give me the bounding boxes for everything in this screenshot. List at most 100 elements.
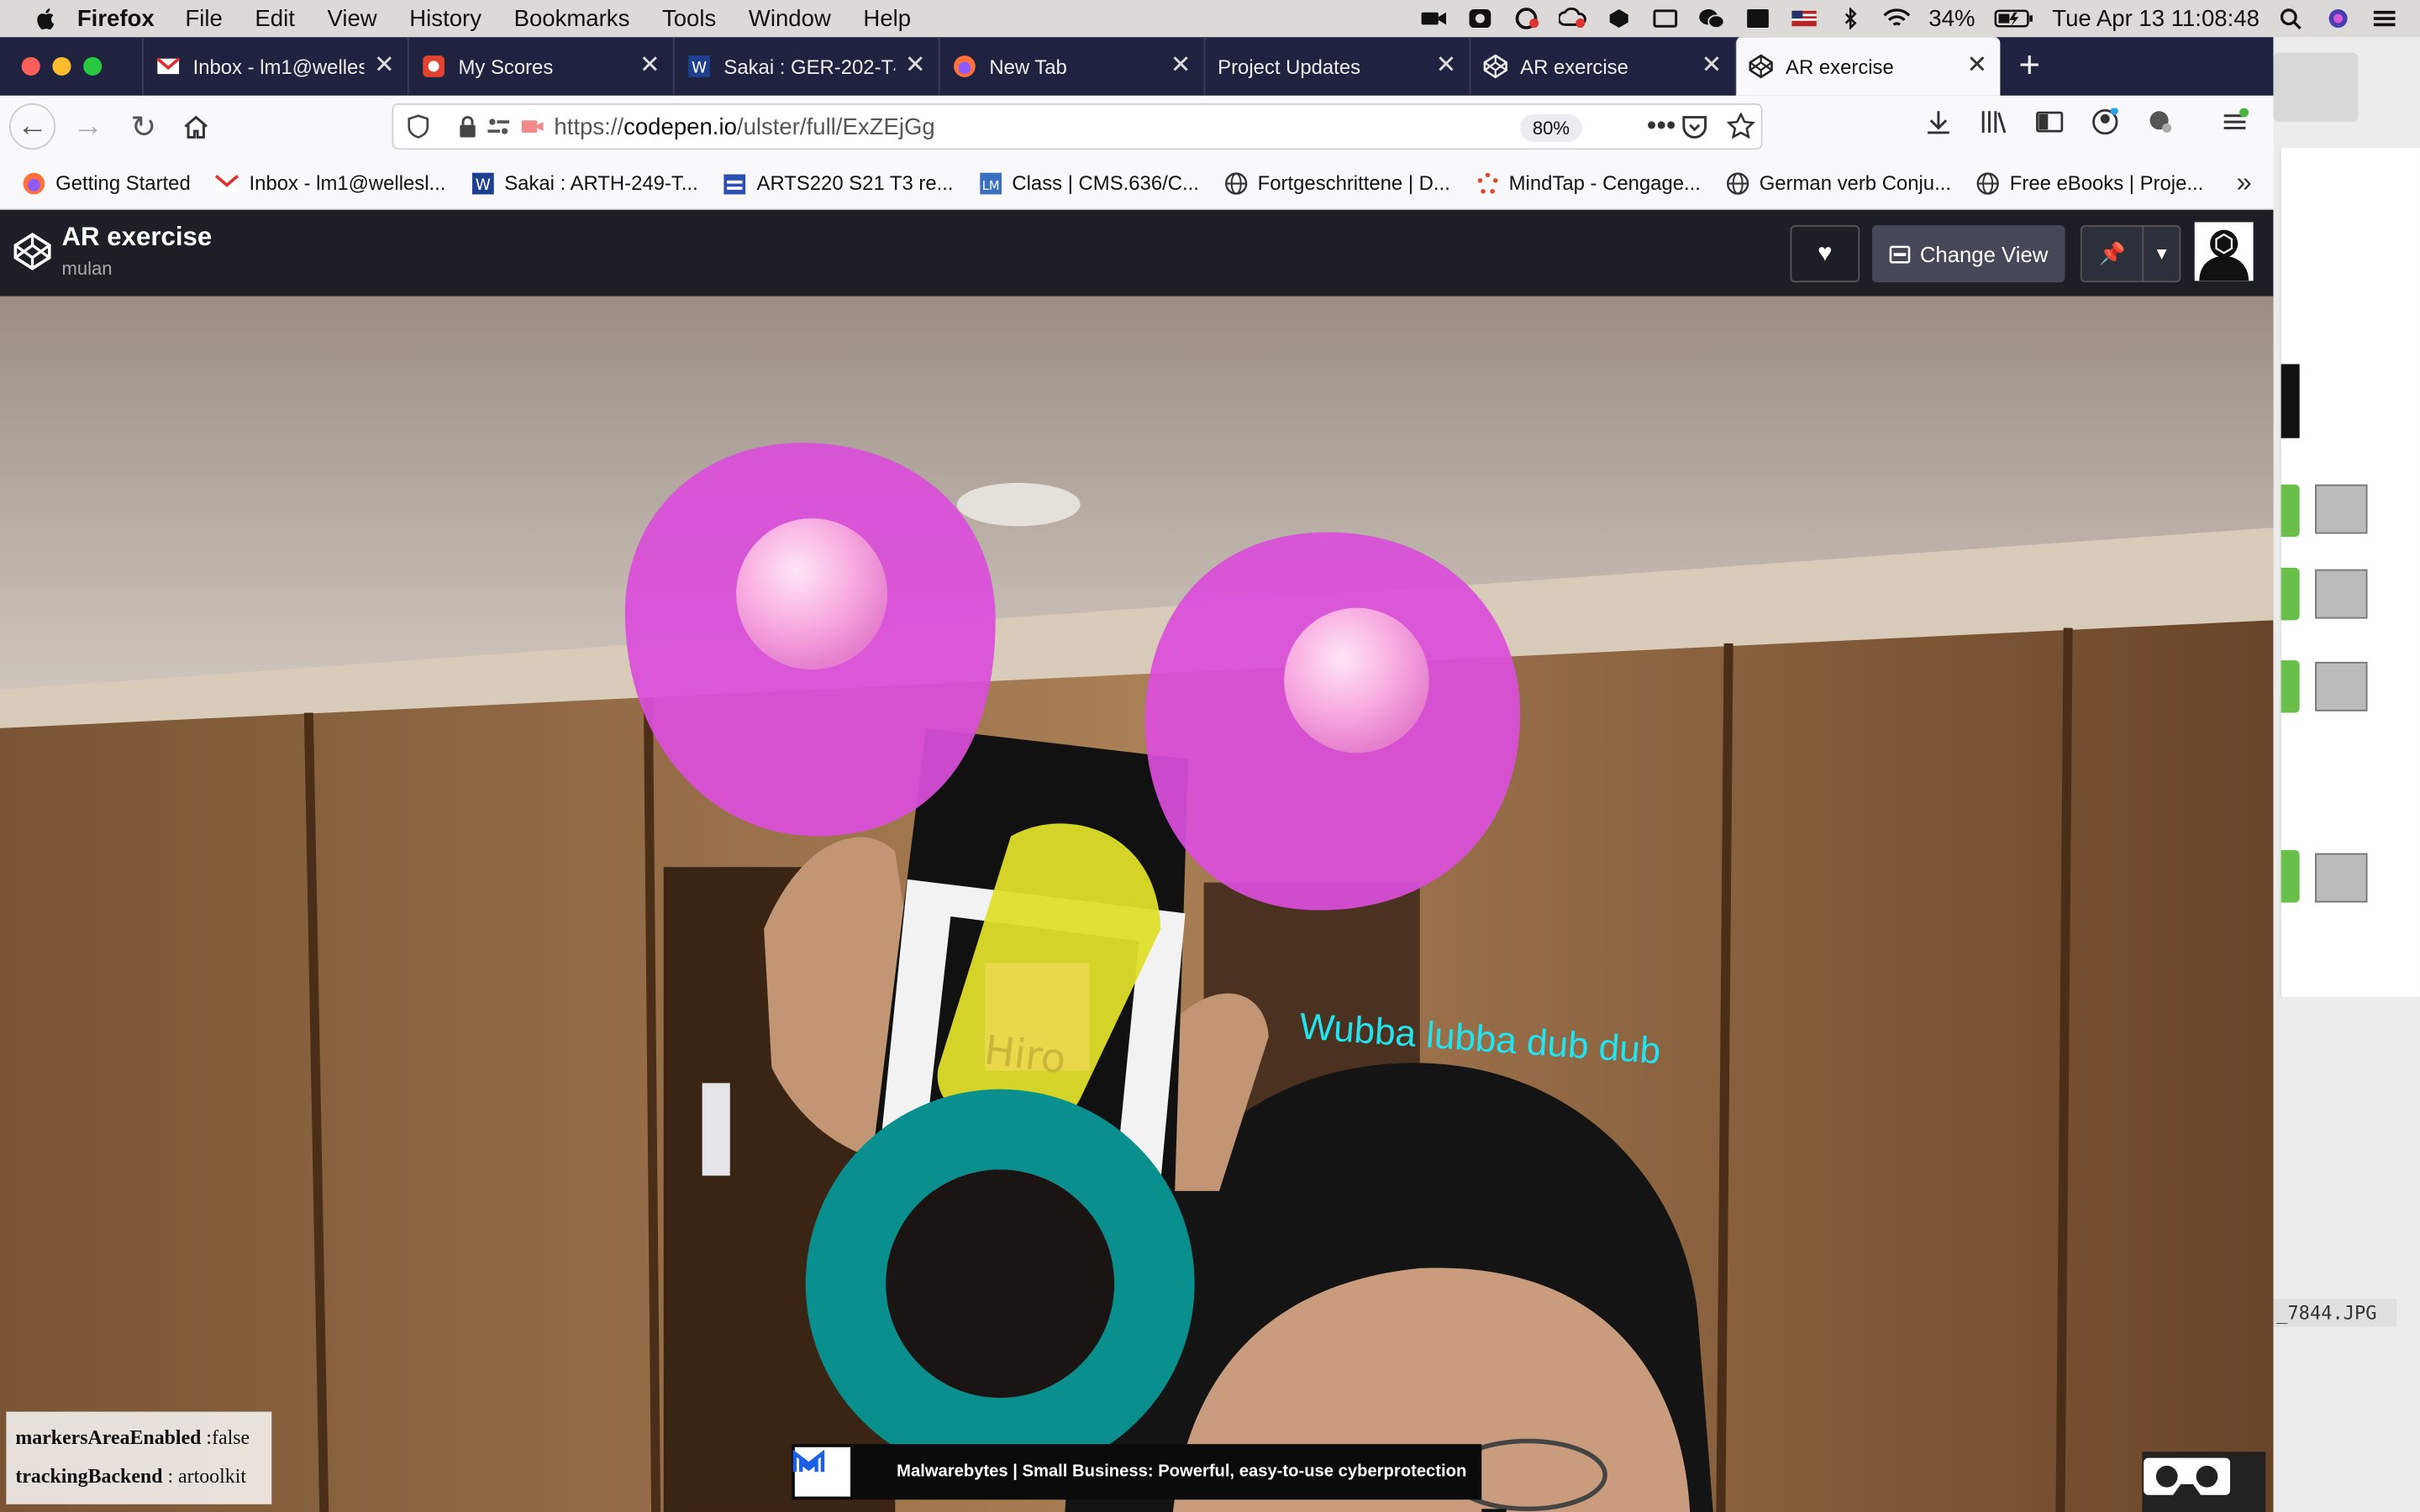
minimize-window-button[interactable]	[52, 56, 71, 76]
pen-author[interactable]: mulan	[61, 258, 112, 280]
library-icon[interactable]	[1980, 108, 2007, 136]
pocket-icon[interactable]	[1681, 113, 1708, 140]
tab-title: Sakai : GER-202-T4	[723, 55, 896, 78]
lock-icon[interactable]	[455, 114, 480, 139]
wechat-icon[interactable]	[1697, 8, 1725, 29]
menu-app-name[interactable]: Firefox	[77, 5, 155, 31]
menu-edit[interactable]: Edit	[255, 5, 294, 31]
hamburger-menu-icon[interactable]	[2221, 108, 2249, 136]
ar-pink-ball-right	[1284, 607, 1429, 753]
avatar-thumbnail[interactable]	[2315, 569, 2368, 619]
bookmark-mindtap[interactable]: MindTap - Cengage...	[1475, 171, 1701, 195]
cube-app-icon[interactable]	[1605, 8, 1633, 29]
codepen-logo-icon[interactable]	[13, 232, 53, 272]
close-tab-icon[interactable]: ✕	[373, 53, 395, 77]
us-flag-icon[interactable]	[1790, 8, 1818, 29]
tab-new-tab[interactable]: New Tab ✕	[938, 37, 1204, 96]
spotlight-search-icon[interactable]	[2278, 8, 2306, 29]
close-window-button[interactable]	[21, 56, 40, 76]
avatar-thumbnail[interactable]	[2315, 484, 2368, 534]
ar-camera-view[interactable]: Hiro Wubba lubba dub dub markersAreaEnab…	[0, 296, 2274, 1512]
globe-icon	[1726, 171, 1749, 194]
adobe-cloud-icon[interactable]	[1558, 8, 1586, 29]
close-tab-icon[interactable]: ✕	[1170, 53, 1192, 77]
creative-cloud-icon[interactable]	[1512, 8, 1539, 29]
home-icon[interactable]	[173, 103, 219, 150]
zoom-level-badge[interactable]: 80%	[1520, 113, 1582, 142]
close-tab-icon[interactable]: ✕	[904, 53, 926, 77]
menu-file[interactable]: File	[185, 5, 222, 31]
control-center-icon[interactable]	[2370, 8, 2398, 29]
menu-tools[interactable]: Tools	[662, 5, 716, 31]
malwarebytes-ad-banner[interactable]: Malwarebytes | Small Business: Powerful,…	[792, 1444, 1482, 1500]
back-arrow-icon[interactable]: ←	[9, 103, 56, 150]
tab-title: AR exercise	[1520, 55, 1628, 78]
wifi-icon[interactable]	[1882, 8, 1910, 29]
background-app-panel	[2279, 148, 2420, 997]
close-tab-icon[interactable]: ✕	[1435, 53, 1457, 77]
siri-icon[interactable]	[2324, 8, 2352, 29]
reload-icon[interactable]: ↻	[120, 103, 166, 150]
love-button[interactable]: ♥	[1790, 225, 1860, 283]
tab-my-scores[interactable]: My Scores ✕	[407, 37, 673, 96]
bookmark-inbox[interactable]: Inbox - lm1@wellesl...	[215, 171, 445, 195]
bookmark-arts220[interactable]: ARTS220 S21 T3 re...	[723, 171, 954, 195]
display-icon[interactable]	[1651, 8, 1679, 29]
battery-charging-icon[interactable]	[1993, 8, 2033, 29]
extension-icon[interactable]	[2147, 108, 2175, 136]
menu-window[interactable]: Window	[749, 5, 831, 31]
menubar-clock[interactable]: Tue Apr 13 11:08:48	[2052, 5, 2260, 31]
avatar-thumbnail[interactable]	[2315, 853, 2368, 903]
downloads-icon[interactable]	[1924, 108, 1952, 136]
zoom-video-icon[interactable]	[1419, 8, 1447, 29]
screen-mirror-icon[interactable]	[1744, 8, 1771, 29]
ceiling-fan	[956, 482, 1081, 527]
ad-close-icon[interactable]: ×	[1481, 1509, 1507, 1512]
tab-inbox[interactable]: Inbox - lm1@wellesle ✕	[141, 37, 408, 96]
bookmark-german-verb[interactable]: German verb Conju...	[1725, 171, 1951, 195]
gmail-icon	[156, 57, 181, 75]
new-tab-plus-icon[interactable]: +	[2018, 45, 2040, 87]
debug-row: markersAreaEnabled :false	[15, 1418, 262, 1457]
tab-ar-exercise-active[interactable]: AR exercise ✕	[1734, 37, 2001, 96]
desktop-file-label[interactable]: _7844.JPG	[2273, 1299, 2397, 1327]
shield-icon[interactable]	[406, 114, 430, 139]
permissions-icon[interactable]	[487, 114, 511, 139]
menu-view[interactable]: View	[327, 5, 376, 31]
sidebar-icon[interactable]	[2036, 108, 2064, 136]
tab-sakai[interactable]: W Sakai : GER-202-T4 ✕	[672, 37, 939, 96]
codepen-icon	[1483, 54, 1507, 79]
bookmark-star-icon[interactable]	[1727, 113, 1755, 140]
bookmark-label: Getting Started	[55, 171, 191, 195]
camera-sharing-icon[interactable]	[520, 114, 544, 139]
chevron-down-icon[interactable]: ▼	[2142, 226, 2179, 281]
user-avatar[interactable]	[2194, 222, 2254, 281]
close-tab-icon[interactable]: ✕	[1701, 53, 1723, 77]
close-tab-icon[interactable]: ✕	[639, 53, 660, 77]
tab-ar-exercise[interactable]: AR exercise ✕	[1469, 37, 1735, 96]
pin-icon[interactable]: 📌	[2082, 241, 2143, 267]
forward-arrow-icon[interactable]: →	[65, 103, 111, 150]
vr-mode-button[interactable]	[2142, 1452, 2266, 1512]
avatar-thumbnail[interactable]	[2315, 661, 2368, 711]
address-bar[interactable]: https://codepen.io/ulster/full/ExZEjGg 8…	[392, 103, 1763, 150]
bookmark-sakai[interactable]: W Sakai : ARTH-249-T...	[471, 171, 698, 195]
change-view-button[interactable]: Change View	[1871, 225, 2065, 283]
tab-project-updates[interactable]: Project Updates ✕	[1203, 37, 1470, 96]
apple-logo-icon[interactable]	[34, 6, 58, 30]
menu-history[interactable]: History	[409, 5, 481, 31]
screen-record-icon[interactable]	[1465, 8, 1493, 29]
bluetooth-icon[interactable]	[1836, 8, 1864, 29]
more-bookmarks-chevron-icon[interactable]: »	[2236, 166, 2251, 199]
menu-bookmarks[interactable]: Bookmarks	[514, 5, 630, 31]
close-tab-icon[interactable]: ✕	[1966, 53, 1988, 77]
page-actions-icon[interactable]: •••	[1647, 109, 1676, 142]
url-text[interactable]: https://codepen.io/ulster/full/ExZEjGg	[554, 113, 934, 139]
bookmark-fortgeschrittene[interactable]: Fortgeschrittene | D...	[1223, 171, 1450, 195]
bookmark-free-ebooks[interactable]: Free eBooks | Proje...	[1975, 171, 2203, 195]
zoom-window-button[interactable]	[83, 56, 103, 76]
menu-help[interactable]: Help	[863, 5, 911, 31]
account-icon[interactable]	[2091, 108, 2119, 136]
bookmark-class-cms[interactable]: LM Class | CMS.636/C...	[978, 171, 1199, 195]
bookmark-getting-started[interactable]: Getting Started	[22, 171, 191, 195]
